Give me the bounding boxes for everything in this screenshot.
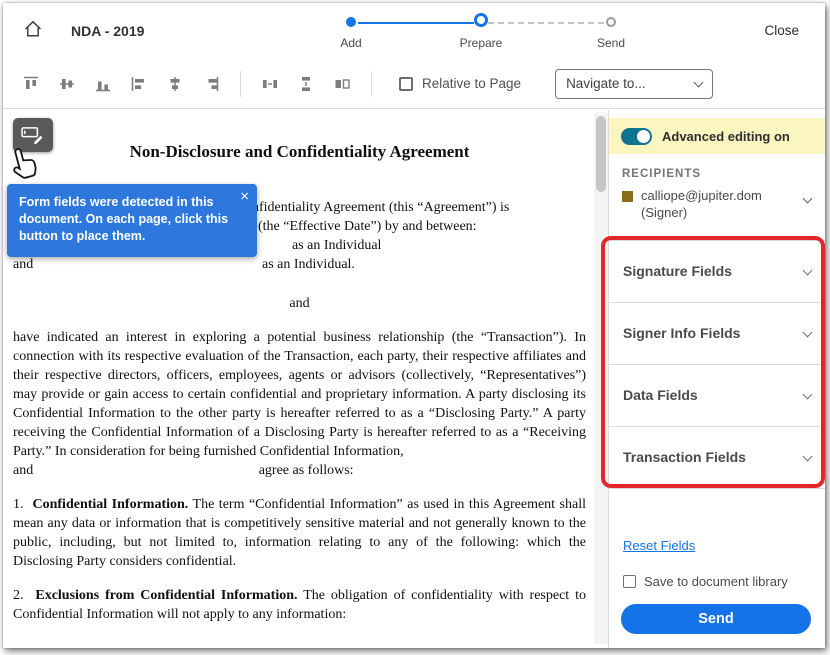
recipient-email: calliope@jupiter.dom bbox=[641, 188, 762, 203]
home-button[interactable] bbox=[23, 19, 43, 42]
recipients-heading: RECIPIENTS bbox=[622, 168, 702, 180]
step-add-dot bbox=[346, 17, 356, 27]
intro-line: (the “Effective Date”) by and between: bbox=[258, 219, 477, 234]
intro-line: and as an Individual. bbox=[13, 255, 586, 274]
intro-individual: as an Individual. bbox=[262, 257, 355, 272]
align-bottom-button[interactable] bbox=[85, 68, 121, 100]
clause-1-number: 1. bbox=[13, 497, 24, 512]
agree-text: agree as follows: bbox=[258, 463, 354, 478]
reset-fields-link[interactable]: Reset Fields bbox=[623, 538, 695, 553]
clause-2-title: Exclusions from Confidential Information… bbox=[35, 588, 298, 603]
step-prepare[interactable]: Prepare bbox=[441, 13, 521, 52]
form-fields-detected-tooltip: Form fields were detected in this docume… bbox=[7, 184, 257, 257]
distribute-vertical-icon bbox=[302, 76, 310, 91]
advanced-editing-label: Advanced editing on bbox=[662, 128, 790, 144]
document-area: Non-Disclosure and Confidentiality Agree… bbox=[3, 110, 608, 648]
intro-line: as an Individual bbox=[292, 238, 382, 253]
intro-and: and bbox=[13, 257, 34, 272]
field-sections: Signature Fields Signer Info Fields Data… bbox=[609, 240, 825, 489]
and-separator: and bbox=[289, 296, 310, 311]
distribute-vertical-button[interactable] bbox=[288, 68, 324, 100]
match-size-button[interactable] bbox=[324, 68, 360, 100]
align-top-button[interactable] bbox=[13, 68, 49, 100]
agree-and: and bbox=[13, 463, 34, 478]
advanced-editing-toggle[interactable] bbox=[621, 127, 652, 145]
relative-to-page-checkbox[interactable]: Relative to Page bbox=[399, 76, 521, 91]
send-button[interactable]: Send bbox=[621, 604, 811, 634]
align-left-icon bbox=[131, 76, 144, 91]
clause-1-title: Confidential Information. bbox=[32, 497, 189, 512]
section-transaction-fields[interactable]: Transaction Fields bbox=[609, 427, 825, 489]
align-middle-icon bbox=[60, 78, 74, 89]
top-bar: NDA - 2019 Add Prepare Send Close bbox=[3, 3, 825, 59]
section-data-fields[interactable]: Data Fields bbox=[609, 365, 825, 427]
step-prepare-dot bbox=[474, 13, 488, 27]
toolbar-separator bbox=[371, 70, 372, 97]
chevron-down-icon bbox=[802, 389, 813, 400]
clause-2-number: 2. bbox=[13, 588, 24, 603]
align-bottom-icon bbox=[96, 81, 110, 91]
match-size-icon bbox=[335, 78, 350, 89]
close-button[interactable]: Close bbox=[764, 23, 799, 38]
advanced-editing-band: Advanced editing on bbox=[609, 118, 825, 154]
save-to-library-checkbox[interactable]: Save to document library bbox=[623, 574, 788, 589]
document-scrollbar[interactable] bbox=[594, 112, 608, 644]
step-send-label: Send bbox=[596, 36, 626, 50]
align-right-icon bbox=[208, 76, 219, 91]
progress-stepper: Add Prepare Send bbox=[331, 13, 631, 55]
body-paragraph: have indicated an interest in exploring … bbox=[13, 330, 586, 459]
step-prepare-label: Prepare bbox=[459, 36, 503, 50]
align-center-icon bbox=[170, 76, 180, 91]
home-icon bbox=[24, 20, 42, 37]
save-to-library-label: Save to document library bbox=[644, 574, 788, 589]
tooltip-text: Form fields were detected in this docume… bbox=[19, 195, 229, 243]
document-heading: Non-Disclosure and Confidentiality Agree… bbox=[129, 142, 470, 161]
chevron-down-icon bbox=[802, 327, 813, 338]
recipient-color-swatch bbox=[622, 191, 633, 202]
align-center-button[interactable] bbox=[157, 68, 193, 100]
clause-1: 1. Confidential Information. The term “C… bbox=[13, 495, 586, 571]
step-add[interactable]: Add bbox=[311, 15, 391, 52]
clause-2: 2. Exclusions from Confidential Informat… bbox=[13, 586, 586, 624]
recipient-role: (Signer) bbox=[641, 205, 688, 220]
navigate-to-select[interactable]: Navigate to... bbox=[555, 68, 714, 99]
tooltip-close-button[interactable]: × bbox=[240, 189, 249, 204]
step-add-label: Add bbox=[340, 36, 362, 50]
app-window: NDA - 2019 Add Prepare Send Close Relati… bbox=[3, 3, 825, 648]
scrollbar-thumb[interactable] bbox=[596, 116, 606, 192]
section-label: Signer Info Fields bbox=[623, 325, 741, 341]
chevron-down-icon bbox=[802, 265, 813, 276]
field-toolbar: Relative to Page Navigate to... bbox=[3, 59, 825, 109]
relative-to-page-label: Relative to Page bbox=[422, 76, 522, 91]
section-signer-info-fields[interactable]: Signer Info Fields bbox=[609, 303, 825, 365]
section-label: Transaction Fields bbox=[623, 449, 746, 465]
agree-line: and agree as follows: bbox=[13, 461, 586, 480]
align-top-icon bbox=[24, 76, 38, 89]
distribute-horizontal-icon bbox=[263, 79, 277, 88]
toolbar-separator bbox=[240, 70, 241, 97]
navigate-to-value: Navigate to... bbox=[566, 76, 646, 91]
align-left-button[interactable] bbox=[121, 68, 157, 100]
align-right-button[interactable] bbox=[193, 68, 229, 100]
distribute-horizontal-button[interactable] bbox=[252, 68, 288, 100]
align-middle-button[interactable] bbox=[49, 68, 85, 100]
intro-line: nfidentiality Agreement (this “Agreement… bbox=[252, 200, 510, 215]
section-label: Data Fields bbox=[623, 387, 698, 403]
step-send[interactable]: Send bbox=[571, 15, 651, 52]
checkbox-box bbox=[399, 76, 413, 91]
recipient-row[interactable]: calliope@jupiter.dom (Signer) bbox=[622, 188, 817, 220]
toggle-knob bbox=[637, 129, 650, 143]
step-send-dot bbox=[606, 17, 616, 27]
document-title: NDA - 2019 bbox=[71, 23, 145, 39]
section-label: Signature Fields bbox=[623, 263, 732, 279]
chevron-down-icon bbox=[802, 451, 813, 462]
section-signature-fields[interactable]: Signature Fields bbox=[609, 241, 825, 303]
checkbox-box bbox=[623, 575, 636, 588]
chevron-down-icon bbox=[693, 77, 704, 87]
right-panel: Advanced editing on RECIPIENTS calliope@… bbox=[601, 110, 825, 648]
